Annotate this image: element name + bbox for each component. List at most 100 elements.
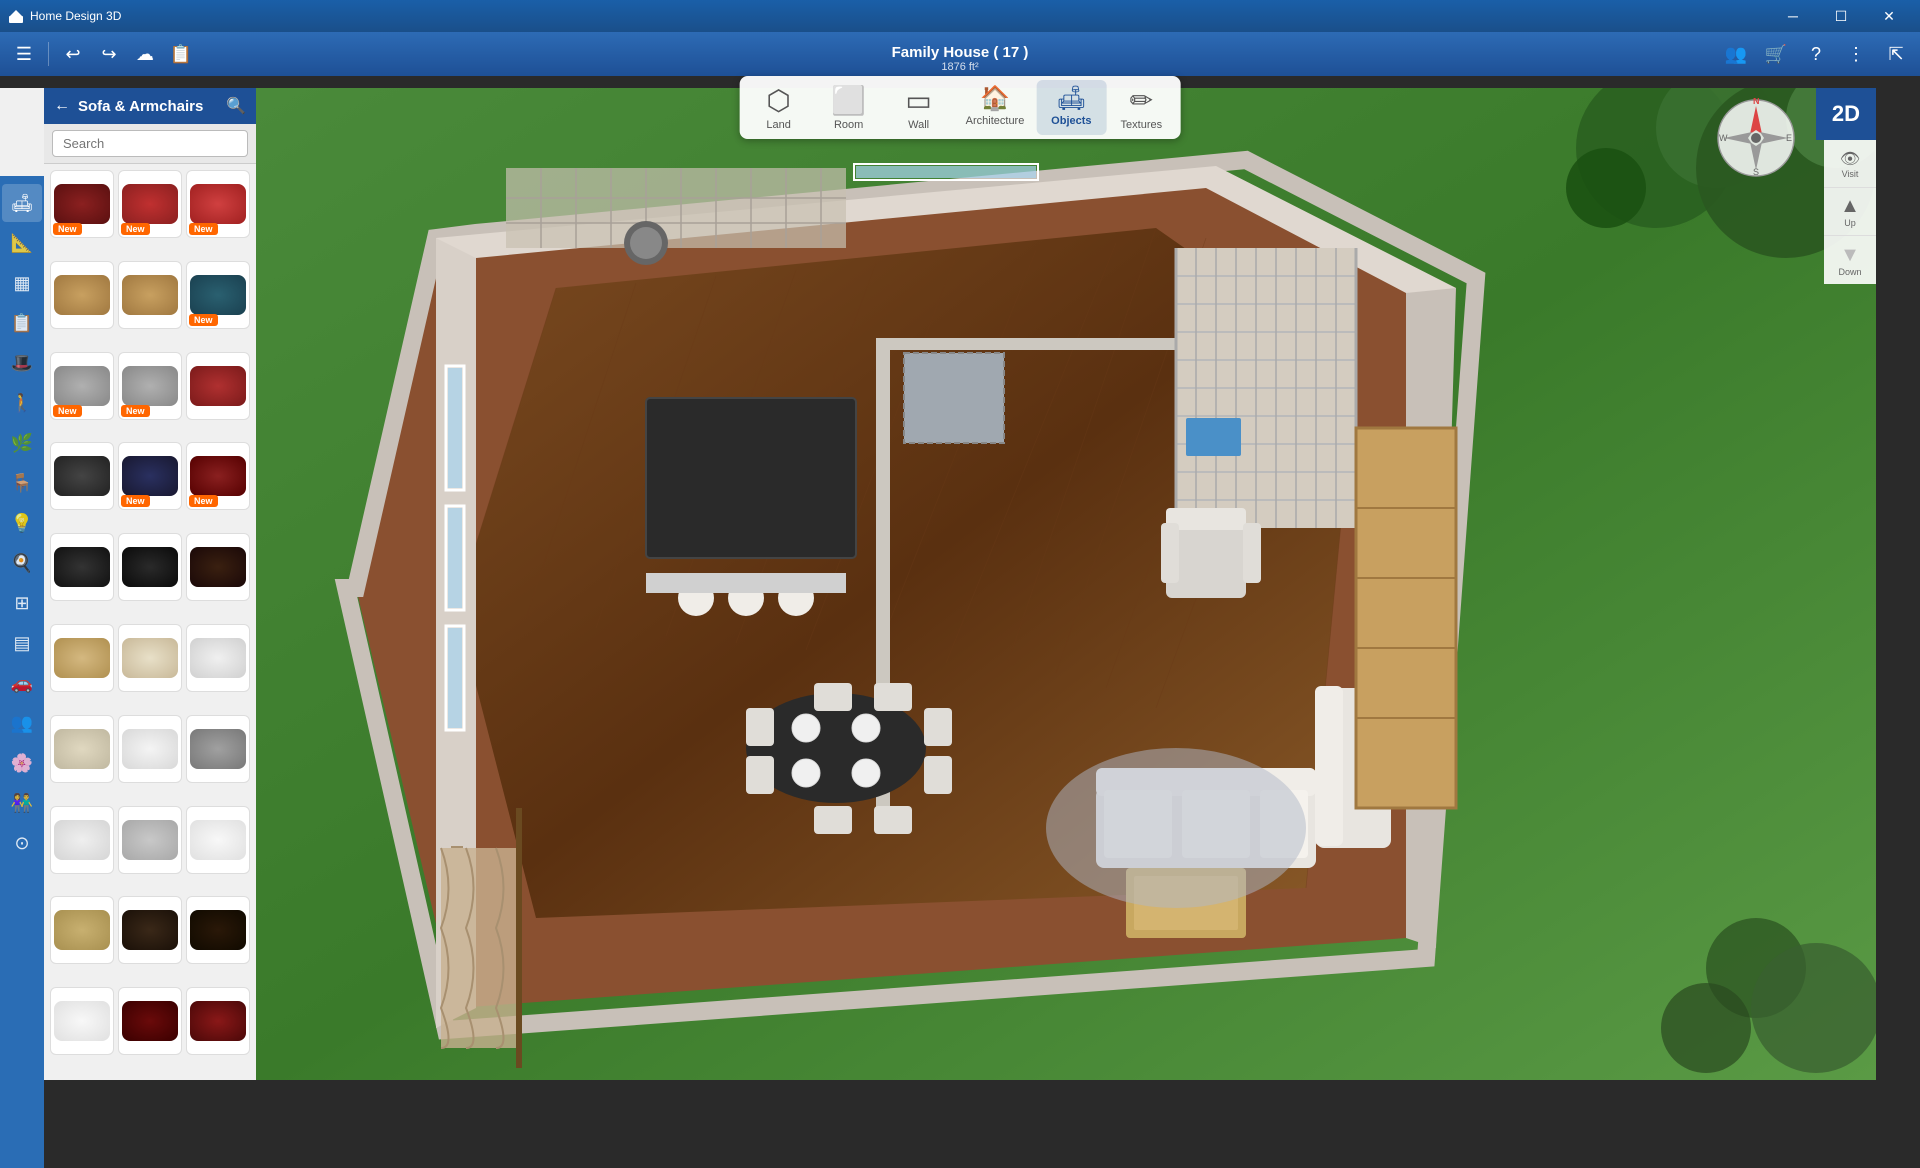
nav-sofa[interactable]: 🛋 <box>2 184 42 222</box>
nav-figure[interactable]: 🚶 <box>2 384 42 422</box>
list-item[interactable] <box>186 987 250 1055</box>
list-item[interactable] <box>118 806 182 874</box>
list-item[interactable] <box>186 624 250 692</box>
cloud-button[interactable]: ☁ <box>129 38 161 70</box>
list-item[interactable] <box>118 715 182 783</box>
list-item[interactable]: New <box>186 442 250 510</box>
tab-objects[interactable]: 🛋 Objects <box>1036 80 1106 135</box>
down-button[interactable]: ▼ Down <box>1824 236 1876 284</box>
list-item[interactable]: New <box>50 170 114 238</box>
center-tabs: ⬡ Land ⬜ Room ▭ Wall 🏠 Architecture 🛋 Ob… <box>740 76 1181 139</box>
list-item[interactable] <box>50 442 114 510</box>
nav-fence[interactable]: ⊞ <box>2 584 42 622</box>
new-badge: New <box>189 314 218 326</box>
nav-stairs[interactable]: ▤ <box>2 624 42 662</box>
svg-text:S: S <box>1753 167 1759 177</box>
list-item[interactable]: New <box>186 261 250 329</box>
2d-view-button[interactable]: 2D <box>1816 88 1876 140</box>
new-badge: New <box>53 405 82 417</box>
svg-text:W: W <box>1719 133 1728 143</box>
nav-hat[interactable]: 🎩 <box>2 344 42 382</box>
list-item[interactable]: New <box>118 442 182 510</box>
visit-button[interactable]: 👁 Visit <box>1824 140 1876 188</box>
undo-button[interactable]: ↩ <box>57 38 89 70</box>
list-item[interactable] <box>50 987 114 1055</box>
tab-room[interactable]: ⬜ Room <box>814 80 884 135</box>
nav-chair[interactable]: 🪑 <box>2 464 42 502</box>
architecture-icon: 🏠 <box>980 84 1010 113</box>
tab-wall[interactable]: ▭ Wall <box>884 80 954 135</box>
search-icon[interactable]: 🔍 <box>226 96 246 116</box>
list-item[interactable] <box>50 715 114 783</box>
cart-button[interactable]: 🛒 <box>1760 38 1792 70</box>
floor-plan-svg <box>256 88 1876 1080</box>
help-button[interactable]: ? <box>1800 38 1832 70</box>
list-item[interactable] <box>50 806 114 874</box>
toolbar-separator <box>48 42 49 66</box>
view-controls: 👁 Visit ▲ Up ▼ Down <box>1824 140 1876 284</box>
tab-architecture-label: Architecture <box>966 115 1025 127</box>
list-item[interactable] <box>50 624 114 692</box>
new-badge: New <box>121 405 150 417</box>
nav-people[interactable]: 👥 <box>2 704 42 742</box>
list-item[interactable] <box>50 261 114 329</box>
import-button[interactable]: 📋 <box>165 38 197 70</box>
search-input[interactable] <box>52 130 248 157</box>
minimize-button[interactable]: ─ <box>1770 0 1816 32</box>
nav-plant[interactable]: 🌿 <box>2 424 42 462</box>
up-button[interactable]: ▲ Up <box>1824 188 1876 236</box>
list-item[interactable] <box>50 533 114 601</box>
svg-text:E: E <box>1786 133 1792 143</box>
list-item[interactable] <box>186 715 250 783</box>
more-button[interactable]: ⋮ <box>1840 38 1872 70</box>
list-item[interactable] <box>186 352 250 420</box>
wall-icon: ▭ <box>905 84 931 117</box>
menu-button[interactable]: ☰ <box>8 38 40 70</box>
list-item[interactable] <box>118 261 182 329</box>
list-item[interactable] <box>118 896 182 964</box>
main-view: N S W E 2D 👁 Visit ▲ Up ▼ Down <box>256 88 1876 1080</box>
maximize-button[interactable]: ☐ <box>1818 0 1864 32</box>
nav-transport[interactable]: 🚗 <box>2 664 42 702</box>
list-item[interactable]: New <box>50 352 114 420</box>
svg-text:N: N <box>1753 98 1760 106</box>
list-item[interactable] <box>118 533 182 601</box>
back-arrow-icon: ← <box>54 97 70 115</box>
redo-button[interactable]: ↪ <box>93 38 125 70</box>
tab-land-label: Land <box>766 119 790 131</box>
tab-land[interactable]: ⬡ Land <box>744 80 814 135</box>
list-item[interactable]: New <box>118 170 182 238</box>
list-item[interactable]: New <box>118 352 182 420</box>
tab-textures[interactable]: ✏ Textures <box>1106 80 1176 135</box>
nav-grid[interactable]: ▦ <box>2 264 42 302</box>
expand-button[interactable]: ⇱ <box>1880 38 1912 70</box>
tab-architecture[interactable]: 🏠 Architecture <box>954 80 1037 135</box>
nav-group[interactable]: 👫 <box>2 784 42 822</box>
furniture-grid: New New New New New New <box>44 164 256 1080</box>
list-item[interactable] <box>118 624 182 692</box>
close-button[interactable]: ✕ <box>1866 0 1912 32</box>
nav-layers[interactable]: 📋 <box>2 304 42 342</box>
tab-room-label: Room <box>834 119 863 131</box>
room-icon: ⬜ <box>831 84 866 117</box>
list-item[interactable] <box>118 987 182 1055</box>
list-item[interactable] <box>186 533 250 601</box>
list-item[interactable]: New <box>186 170 250 238</box>
nav-kitchen[interactable]: 🍳 <box>2 544 42 582</box>
new-badge: New <box>189 223 218 235</box>
new-badge: New <box>53 223 82 235</box>
list-item[interactable] <box>50 896 114 964</box>
new-badge: New <box>121 223 150 235</box>
list-item[interactable] <box>186 896 250 964</box>
users-button[interactable]: 👥 <box>1720 38 1752 70</box>
objects-icon: 🛋 <box>1056 84 1086 113</box>
titlebar: Home Design 3D ─ ☐ ✕ <box>0 0 1920 32</box>
nav-lamp[interactable]: 💡 <box>2 504 42 542</box>
nav-misc[interactable]: ⊙ <box>2 824 42 862</box>
nav-tools[interactable]: 📐 <box>2 224 42 262</box>
sidebar-header[interactable]: ← Sofa & Armchairs 🔍 <box>44 88 256 124</box>
list-item[interactable] <box>186 806 250 874</box>
land-icon: ⬡ <box>766 84 790 117</box>
nav-flower[interactable]: 🌸 <box>2 744 42 782</box>
sidebar-category-title: Sofa & Armchairs <box>78 98 203 115</box>
